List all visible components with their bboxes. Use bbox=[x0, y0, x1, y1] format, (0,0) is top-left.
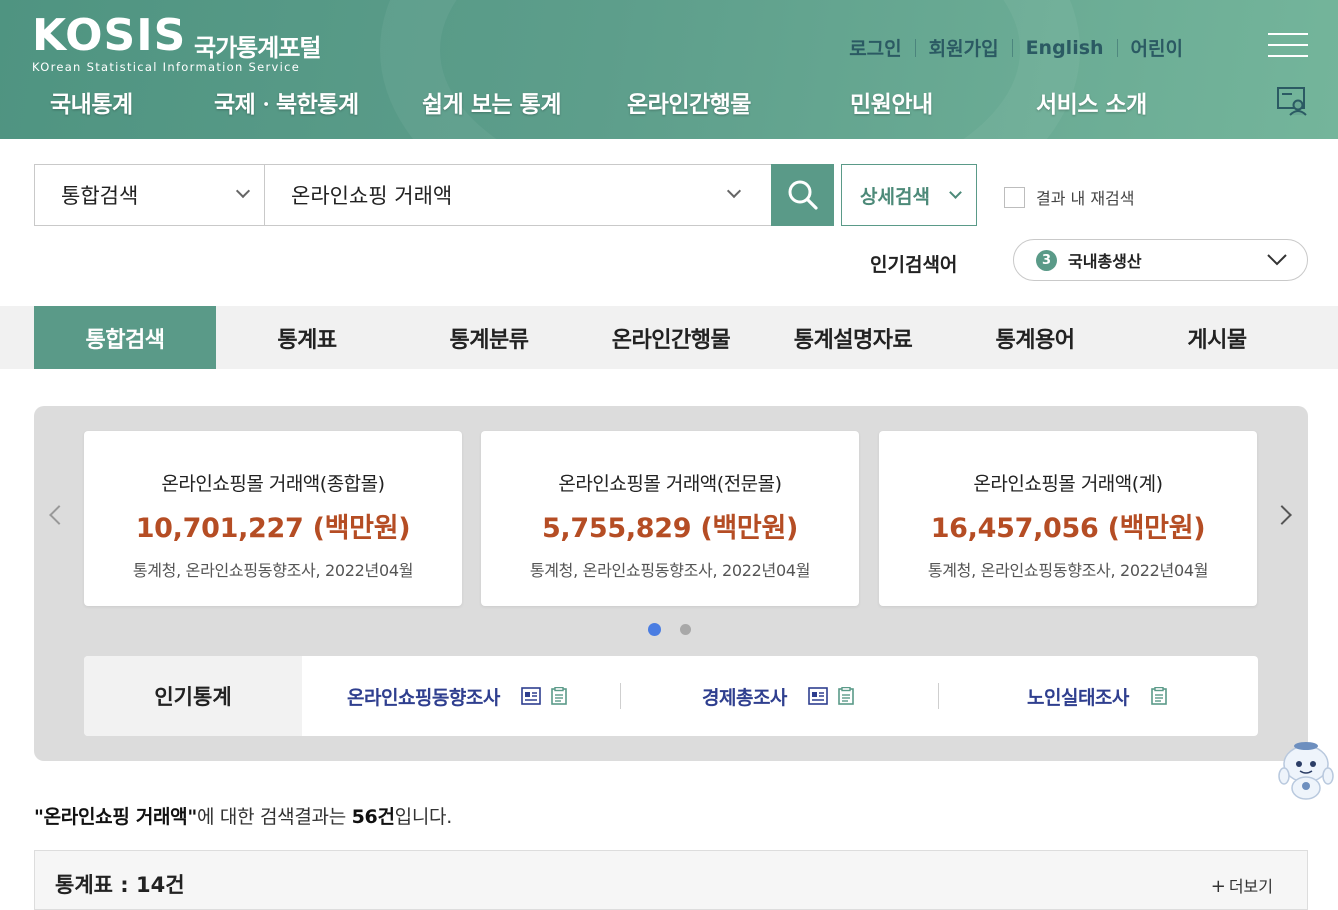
stat-card-source: 통계청, 온라인쇼핑동향조사, 2022년04월 bbox=[132, 561, 414, 580]
search-within-checkbox[interactable] bbox=[1004, 186, 1025, 208]
popular-stat-link[interactable]: 온라인쇼핑동향조사 bbox=[347, 683, 500, 710]
chevron-down-icon bbox=[949, 186, 962, 199]
tab-publications[interactable]: 온라인간행물 bbox=[580, 306, 762, 369]
nav-international-stats[interactable]: 국제ㆍ북한통계 bbox=[214, 85, 359, 119]
menu-icon[interactable] bbox=[1268, 33, 1308, 59]
stat-card-value: 16,457,056 (백만원) bbox=[930, 513, 1206, 544]
search-scope-select[interactable]: 통합검색 bbox=[35, 165, 265, 225]
result-summary: "온라인쇼핑 거래액"에 대한 검색결과는 56건입니다. bbox=[34, 802, 452, 829]
stat-card-source: 통계청, 온라인쇼핑동향조사, 2022년04월 bbox=[529, 561, 811, 580]
kosis-logo[interactable]: KOSIS 국가통계포털 KOrean Statistical Informat… bbox=[32, 14, 321, 75]
search-input[interactable]: 온라인쇼핑 거래액 bbox=[265, 165, 771, 225]
stat-card[interactable]: 온라인쇼핑몰 거래액(계) 16,457,056 (백만원) 통계청, 온라인쇼… bbox=[879, 431, 1257, 606]
carousel-dot[interactable] bbox=[680, 624, 691, 635]
chevron-down-icon bbox=[235, 183, 251, 199]
chevron-down-icon[interactable] bbox=[1265, 247, 1289, 271]
kids-link[interactable]: 어린이 bbox=[1131, 34, 1183, 61]
stat-card[interactable]: 온라인쇼핑몰 거래액(전문몰) 5,755,829 (백만원) 통계청, 온라인… bbox=[481, 431, 859, 606]
carousel-pagination bbox=[648, 623, 710, 636]
util-divider bbox=[914, 38, 916, 57]
tab-terms[interactable]: 통계용어 bbox=[944, 306, 1126, 369]
popular-keyword[interactable]: 국내총생산 bbox=[1068, 248, 1142, 272]
logo-korean: 국가통계포털 bbox=[194, 34, 321, 62]
summary-text: 에 대한 검색결과는 bbox=[196, 806, 352, 828]
login-link[interactable]: 로그인 bbox=[849, 34, 901, 61]
popular-stat-link[interactable]: 노인실태조사 bbox=[1027, 683, 1129, 710]
nav-civil-service[interactable]: 민원안내 bbox=[850, 85, 933, 119]
nav-domestic-stats[interactable]: 국내통계 bbox=[50, 85, 133, 119]
popular-keywords-select[interactable]: 3 국내총생산 bbox=[1013, 239, 1308, 281]
popular-stat-item[interactable]: 노인실태조사 bbox=[1027, 656, 1168, 736]
chatbot-mascot-icon[interactable] bbox=[1275, 740, 1337, 802]
divider bbox=[620, 683, 621, 709]
more-button[interactable]: + 더보기 bbox=[1211, 873, 1273, 897]
document-icon[interactable] bbox=[837, 687, 855, 705]
stats-carousel-panel: 온라인쇼핑몰 거래액(종합몰) 10,701,227 (백만원) 통계청, 온라… bbox=[34, 406, 1308, 761]
section-title: 통계표 : 14건 bbox=[55, 873, 185, 897]
stat-card-title: 온라인쇼핑몰 거래액(전문몰) bbox=[558, 473, 782, 495]
stat-card-value: 5,755,829 (백만원) bbox=[541, 513, 799, 544]
search-within-results[interactable]: 결과 내 재검색 bbox=[1004, 185, 1135, 209]
tab-posts[interactable]: 게시물 bbox=[1126, 306, 1308, 369]
search-icon bbox=[788, 180, 818, 210]
result-tabs: 통합검색 통계표 통계분류 온라인간행물 통계설명자료 통계용어 게시물 bbox=[0, 306, 1338, 369]
signup-link[interactable]: 회원가입 bbox=[929, 34, 999, 61]
nav-easy-stats[interactable]: 쉽게 보는 통계 bbox=[422, 85, 561, 119]
popular-stat-item[interactable]: 온라인쇼핑동향조사 bbox=[347, 656, 568, 736]
tab-integrated[interactable]: 통합검색 bbox=[34, 306, 216, 369]
popular-stat-link[interactable]: 경제총조사 bbox=[702, 683, 787, 710]
summary-count: 56건 bbox=[351, 806, 395, 828]
chevron-left-icon[interactable] bbox=[49, 505, 69, 525]
english-link[interactable]: English bbox=[1026, 37, 1104, 59]
popular-stat-item[interactable]: 경제총조사 bbox=[702, 656, 855, 736]
utility-menu: 로그인 회원가입 English 어린이 bbox=[849, 34, 1183, 61]
search-bar: 통합검색 온라인쇼핑 거래액 bbox=[34, 164, 772, 226]
more-label: 더보기 bbox=[1228, 877, 1273, 896]
popular-keywords-label: 인기검색어 bbox=[870, 254, 958, 276]
summary-query: "온라인쇼핑 거래액" bbox=[34, 806, 197, 828]
site-header: KOSIS 국가통계포털 KOrean Statistical Informat… bbox=[0, 0, 1338, 139]
popular-stats-label: 인기통계 bbox=[84, 656, 302, 736]
util-divider bbox=[1116, 38, 1118, 57]
my-page-icon[interactable] bbox=[1276, 86, 1308, 116]
tab-tables[interactable]: 통계표 bbox=[216, 306, 398, 369]
plus-icon: + bbox=[1210, 876, 1226, 897]
search-scope-value: 통합검색 bbox=[61, 184, 139, 208]
util-divider bbox=[1011, 38, 1013, 57]
document-icon[interactable] bbox=[550, 687, 568, 705]
stat-card-title: 온라인쇼핑몰 거래액(계) bbox=[973, 473, 1163, 495]
stat-card[interactable]: 온라인쇼핑몰 거래액(종합몰) 10,701,227 (백만원) 통계청, 온라… bbox=[84, 431, 462, 606]
carousel-dot-active[interactable] bbox=[648, 623, 661, 636]
stat-card-source: 통계청, 온라인쇼핑동향조사, 2022년04월 bbox=[927, 561, 1209, 580]
tab-classification[interactable]: 통계분류 bbox=[398, 306, 580, 369]
detail-search-button[interactable]: 상세검색 bbox=[841, 164, 977, 226]
document-icon[interactable] bbox=[1150, 687, 1168, 705]
detail-search-label: 상세검색 bbox=[860, 185, 930, 208]
stat-card-value: 10,701,227 (백만원) bbox=[135, 513, 411, 544]
chevron-down-icon[interactable] bbox=[726, 183, 742, 199]
divider bbox=[938, 683, 939, 709]
summary-tail: 입니다. bbox=[394, 806, 453, 828]
popular-stats-bar: 인기통계 온라인쇼핑동향조사 경제총조사 노인실태조사 bbox=[84, 656, 1258, 736]
keyword-rank-badge: 3 bbox=[1036, 249, 1057, 271]
chevron-right-icon[interactable] bbox=[1272, 505, 1292, 525]
search-button[interactable] bbox=[771, 164, 834, 226]
table-view-icon[interactable] bbox=[808, 687, 828, 705]
tab-descriptions[interactable]: 통계설명자료 bbox=[762, 306, 944, 369]
stat-card-title: 온라인쇼핑몰 거래액(종합몰) bbox=[161, 473, 385, 495]
nav-online-publications[interactable]: 온라인간행물 bbox=[627, 85, 751, 119]
nav-service-intro[interactable]: 서비스 소개 bbox=[1036, 85, 1147, 119]
search-query-value: 온라인쇼핑 거래액 bbox=[291, 184, 453, 208]
search-within-label: 결과 내 재검색 bbox=[1036, 189, 1135, 208]
table-view-icon[interactable] bbox=[521, 687, 541, 705]
table-results-section: 통계표 : 14건 + 더보기 bbox=[34, 850, 1308, 910]
